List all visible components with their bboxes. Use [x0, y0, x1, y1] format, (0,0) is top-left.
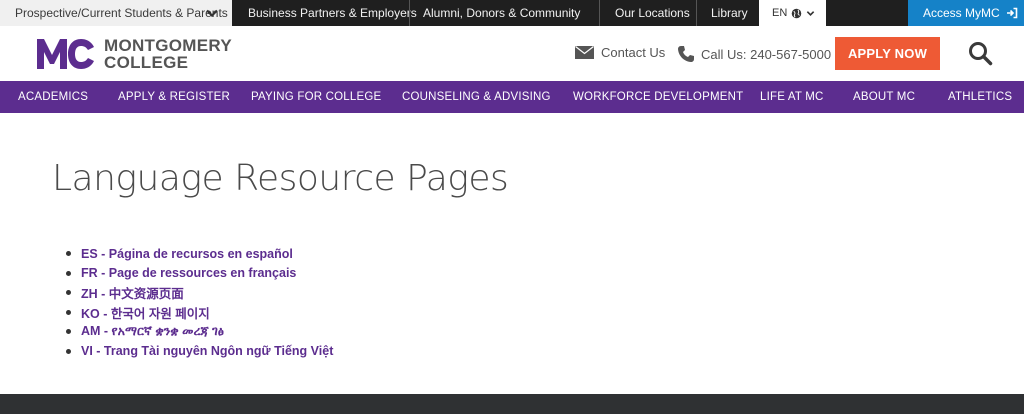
link-our-locations[interactable]: Our Locations [615, 0, 690, 26]
list-item: VI - Trang Tài nguyên Ngôn ngữ Tiếng Việ… [66, 342, 333, 362]
nav-about-mc[interactable]: ABOUT MC [853, 81, 915, 113]
language-link-am[interactable]: AM - የአማርኛ ቋንቋ መረጃ ገፅ [81, 324, 224, 339]
sign-in-icon [1006, 7, 1017, 19]
call-us-label: Call Us: 240-567-5000 [701, 46, 832, 62]
language-code: EN [772, 7, 788, 19]
nav-academics[interactable]: ACADEMICS [18, 81, 88, 113]
list-item: ES - Página de recursos en español [66, 244, 333, 264]
college-name-line1: MONTGOMERY [104, 36, 232, 55]
link-business-partners[interactable]: Business Partners & Employers [248, 0, 417, 26]
bullet [66, 329, 71, 335]
access-mymc-label: Access MyMC [923, 6, 1000, 20]
utility-bar: Prospective/Current Students & Parents B… [0, 0, 1024, 26]
nav-life-at-mc[interactable]: LIFE AT MC [760, 81, 824, 113]
divider [696, 0, 697, 26]
access-mymc-link[interactable]: Access MyMC [908, 0, 1024, 26]
list-item: AM - የአማርኛ ቋንቋ መረጃ ገፅ [66, 322, 333, 342]
language-link-ko[interactable]: KO - 한국어 자원 페이지 [81, 303, 210, 322]
contact-us-link[interactable]: Contact Us [575, 45, 665, 60]
list-item: ZH - 中文资源页面 [66, 283, 333, 303]
envelope-icon [575, 46, 594, 59]
bullet [66, 290, 71, 296]
page-title: Language Resource Pages [52, 158, 509, 199]
college-name: MONTGOMERY COLLEGE [104, 37, 232, 71]
bullet [66, 309, 71, 315]
call-us-link[interactable]: Call Us: 240-567-5000 [677, 45, 831, 63]
apply-now-button[interactable]: APPLY NOW [835, 37, 940, 70]
footer [0, 394, 1024, 414]
divider [599, 0, 600, 26]
language-link-zh[interactable]: ZH - 中文资源页面 [81, 283, 184, 302]
list-item: KO - 한국어 자원 페이지 [66, 303, 333, 323]
list-item: FR - Page de ressources en français [66, 264, 333, 284]
chevron-down-icon [807, 10, 815, 16]
language-link-es[interactable]: ES - Página de recursos en español [81, 247, 293, 261]
language-selector[interactable]: EN [759, 0, 826, 26]
bullet [66, 251, 71, 257]
main-navigation: ACADEMICS APPLY & REGISTER PAYING FOR CO… [0, 81, 1024, 113]
globe-icon [792, 8, 802, 18]
link-alumni-donors[interactable]: Alumni, Donors & Community [423, 0, 580, 26]
nav-athletics[interactable]: ATHLETICS [948, 81, 1012, 113]
chevron-down-icon [206, 9, 218, 18]
nav-paying-for-college[interactable]: PAYING FOR COLLEGE [251, 81, 381, 113]
nav-apply-register[interactable]: APPLY & REGISTER [118, 81, 230, 113]
contact-us-label: Contact Us [601, 45, 666, 60]
college-logo[interactable] [37, 38, 95, 75]
audience-selector[interactable]: Prospective/Current Students & Parents [0, 0, 232, 26]
nav-counseling-advising[interactable]: COUNSELING & ADVISING [402, 81, 551, 113]
language-link-vi[interactable]: VI - Trang Tài nguyên Ngôn ngữ Tiếng Việ… [81, 344, 333, 358]
language-list: ES - Página de recursos en español FR - … [66, 244, 333, 361]
phone-icon [678, 46, 694, 62]
mc-logo-icon [37, 39, 94, 69]
bullet [66, 348, 71, 354]
college-name-line2: COLLEGE [104, 53, 189, 72]
bullet [66, 270, 71, 276]
search-icon[interactable] [968, 41, 993, 66]
nav-workforce-development[interactable]: WORKFORCE DEVELOPMENT [573, 81, 743, 113]
language-link-fr[interactable]: FR - Page de ressources en français [81, 266, 296, 280]
site-header: MONTGOMERY COLLEGE Contact Us Call Us: 2… [0, 26, 1024, 81]
divider [409, 0, 410, 26]
audience-selector-label: Prospective/Current Students & Parents [15, 6, 228, 20]
link-library[interactable]: Library [711, 0, 748, 26]
